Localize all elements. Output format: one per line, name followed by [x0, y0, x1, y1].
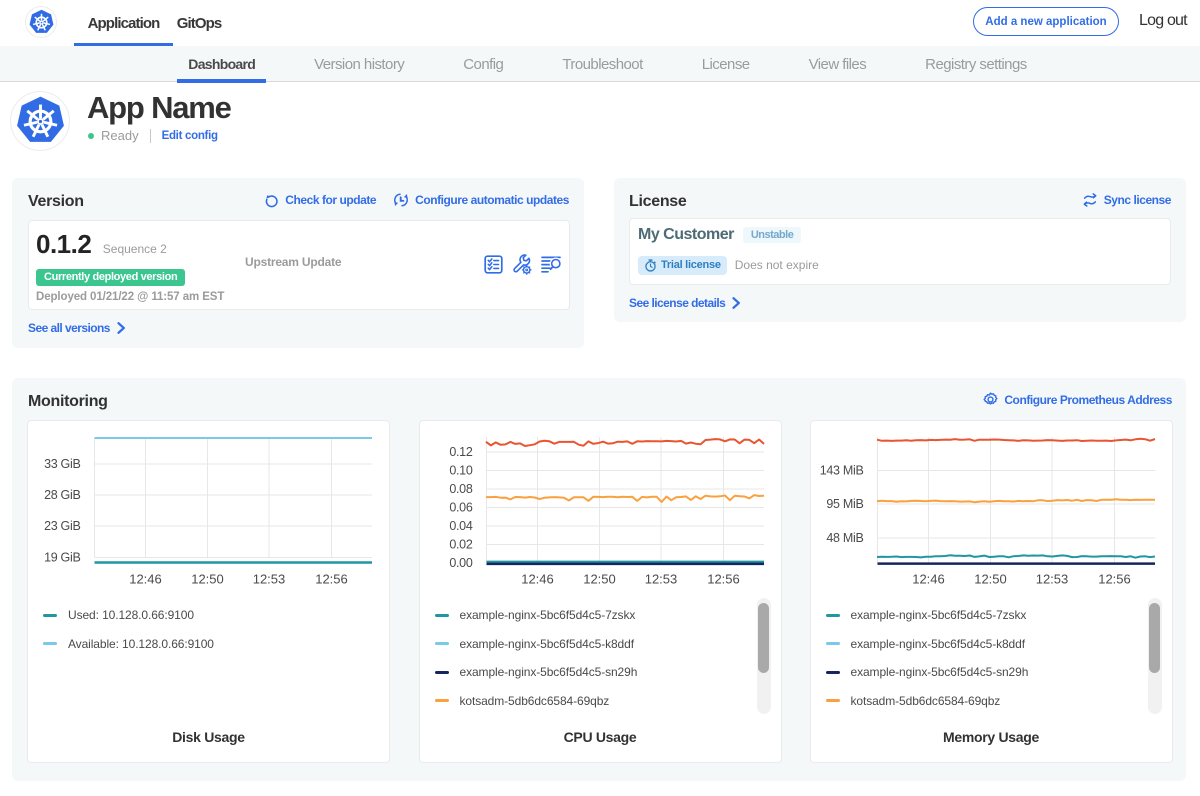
svg-text:12:50: 12:50 — [974, 572, 1007, 587]
svg-text:12:56: 12:56 — [315, 572, 348, 587]
svg-text:12:50: 12:50 — [583, 572, 616, 587]
svg-text:12:50: 12:50 — [191, 572, 224, 587]
svg-text:143 MiB: 143 MiB — [819, 464, 863, 478]
svg-text:95 MiB: 95 MiB — [826, 497, 863, 511]
svg-text:19 GiB: 19 GiB — [44, 551, 80, 565]
svg-text:23 GiB: 23 GiB — [44, 519, 80, 533]
svg-text:0.04: 0.04 — [449, 519, 472, 533]
svg-text:0.00: 0.00 — [449, 556, 472, 570]
svg-text:12:53: 12:53 — [253, 572, 286, 587]
svg-text:12:53: 12:53 — [644, 572, 677, 587]
svg-text:0.12: 0.12 — [449, 445, 472, 459]
svg-text:33 GiB: 33 GiB — [44, 457, 80, 471]
svg-text:48 MiB: 48 MiB — [826, 531, 863, 545]
svg-text:12:56: 12:56 — [707, 572, 740, 587]
svg-text:12:46: 12:46 — [129, 572, 162, 587]
svg-text:12:53: 12:53 — [1035, 572, 1068, 587]
svg-text:12:56: 12:56 — [1098, 572, 1131, 587]
svg-text:12:46: 12:46 — [521, 572, 554, 587]
svg-text:12:46: 12:46 — [912, 572, 945, 587]
svg-text:0.02: 0.02 — [449, 538, 472, 552]
svg-text:28 GiB: 28 GiB — [44, 488, 80, 502]
svg-text:0.10: 0.10 — [449, 464, 472, 478]
svg-text:0.08: 0.08 — [449, 482, 472, 496]
svg-text:0.06: 0.06 — [449, 501, 472, 515]
